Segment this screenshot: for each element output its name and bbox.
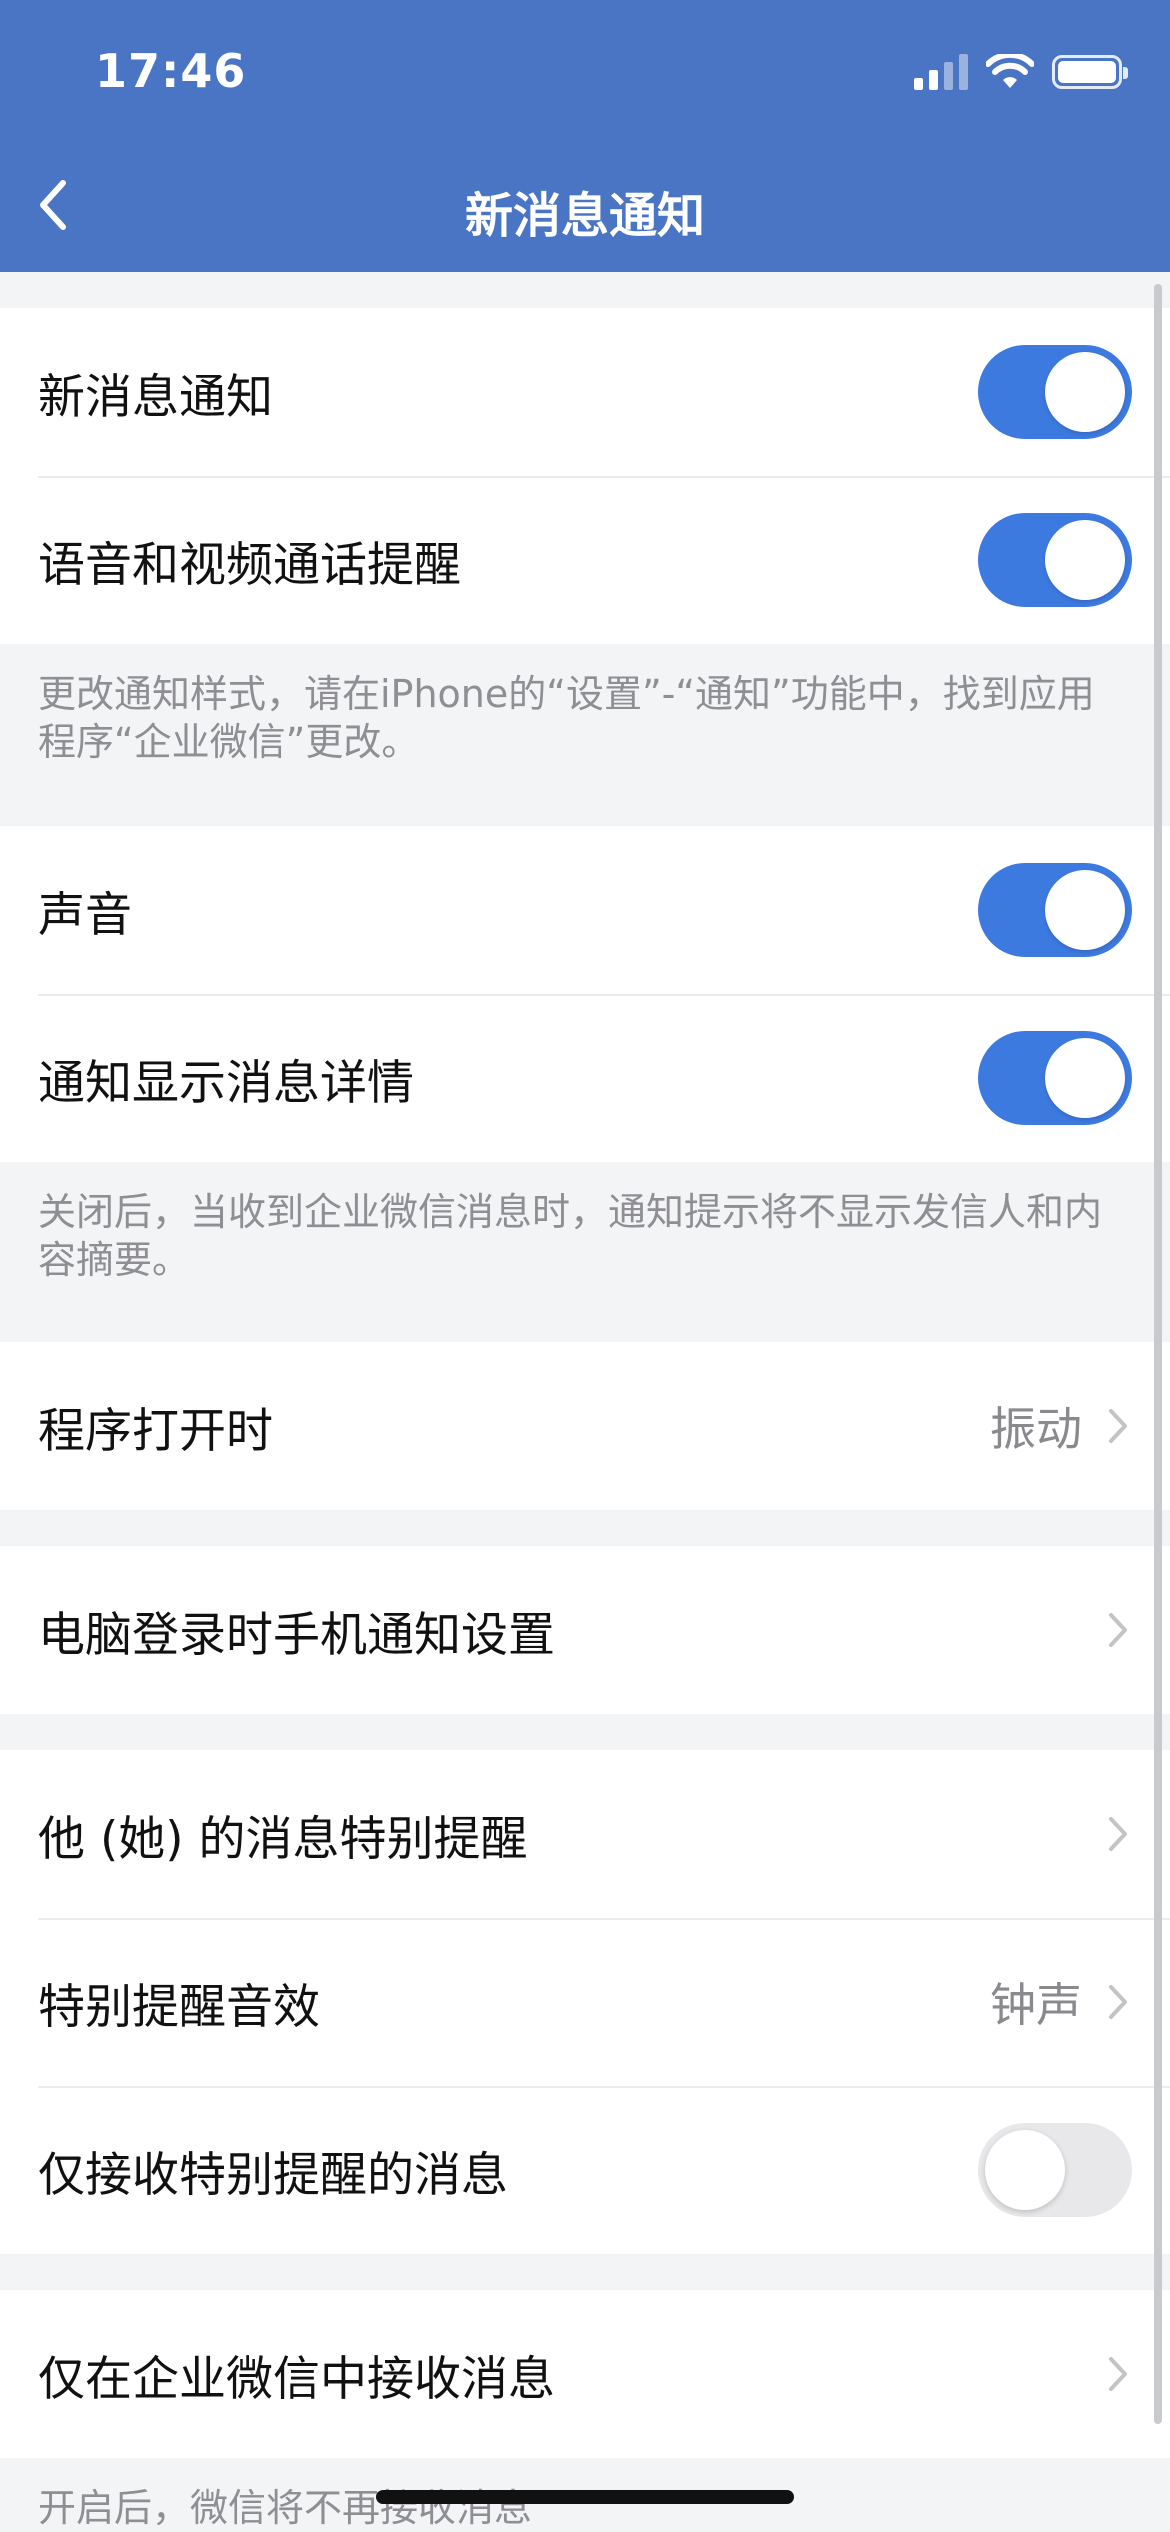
wework-only-group: 仅在企业微信中接收消息 [0, 2290, 1170, 2458]
row-label: 新消息通知 [38, 369, 273, 425]
row-label: 他 (她) 的消息特别提醒 [38, 1811, 528, 1867]
row-new-message-notify: 新消息通知 [0, 308, 1170, 476]
row-sound: 声音 [0, 826, 1170, 994]
screen: 17:46 新消息通知 新消息通知 语音和视频通话提醒 更改通知样式，请在iPh… [0, 0, 1170, 2532]
row-show-details: 通知显示消息详情 [0, 994, 1170, 1162]
row-label: 程序打开时 [38, 1403, 273, 1459]
special-group: 他 (她) 的消息特别提醒 特别提醒音效 钟声 仅接收特别提醒的消息 [0, 1750, 1170, 2254]
row-reminder-sound[interactable]: 特别提醒音效 钟声 [0, 1918, 1170, 2086]
sound-group: 声音 通知显示消息详情 [0, 826, 1170, 1162]
row-wework-only[interactable]: 仅在企业微信中接收消息 [0, 2290, 1170, 2458]
row-label: 电脑登录时手机通知设置 [38, 1607, 555, 1663]
cellular-signal-icon [914, 54, 968, 90]
page-title: 新消息通知 [464, 188, 705, 244]
chevron-right-icon [1104, 1812, 1132, 1856]
only-special-toggle[interactable] [978, 2123, 1132, 2217]
row-label: 仅接收特别提醒的消息 [38, 2147, 508, 2203]
show-details-toggle[interactable] [978, 1031, 1132, 1125]
row-label: 语音和视频通话提醒 [38, 537, 461, 593]
row-only-special: 仅接收特别提醒的消息 [0, 2086, 1170, 2254]
call-reminder-toggle[interactable] [978, 513, 1132, 607]
pc-login-group: 电脑登录时手机通知设置 [0, 1546, 1170, 1714]
app-open-group: 程序打开时 振动 [0, 1342, 1170, 1510]
row-app-open[interactable]: 程序打开时 振动 [0, 1342, 1170, 1510]
notify-note: 更改通知样式，请在iPhone的“设置”-“通知”功能中，找到应用程序“企业微信… [0, 644, 1170, 826]
scrollbar[interactable] [1154, 284, 1162, 2424]
battery-icon [1052, 55, 1128, 89]
row-label: 特别提醒音效 [38, 1979, 320, 2035]
chevron-right-icon [1104, 1404, 1132, 1448]
new-message-toggle[interactable] [978, 345, 1132, 439]
navigation-header: 17:46 新消息通知 [0, 0, 1170, 272]
row-call-reminder: 语音和视频通话提醒 [0, 476, 1170, 644]
row-value: 振动 [990, 1402, 1082, 1456]
row-value: 钟声 [990, 1978, 1082, 2032]
chevron-right-icon [1104, 1980, 1132, 2024]
chevron-right-icon [1104, 2352, 1132, 2396]
status-icons [914, 50, 1128, 94]
notify-group: 新消息通知 语音和视频通话提醒 [0, 308, 1170, 644]
row-label: 通知显示消息详情 [38, 1055, 414, 1111]
chevron-right-icon [1104, 1608, 1132, 1652]
row-pc-login[interactable]: 电脑登录时手机通知设置 [0, 1546, 1170, 1714]
wifi-icon [986, 54, 1034, 88]
row-label: 声音 [38, 887, 132, 943]
status-time: 17:46 [95, 44, 247, 98]
row-label: 仅在企业微信中接收消息 [38, 2351, 555, 2407]
sound-note: 关闭后，当收到企业微信消息时，通知提示将不显示发信人和内容摘要。 [0, 1162, 1170, 1342]
row-special-reminder[interactable]: 他 (她) 的消息特别提醒 [0, 1750, 1170, 1918]
home-indicator[interactable] [376, 2490, 794, 2504]
settings-list: 新消息通知 语音和视频通话提醒 更改通知样式，请在iPhone的“设置”-“通知… [0, 272, 1170, 2532]
sound-toggle[interactable] [978, 863, 1132, 957]
